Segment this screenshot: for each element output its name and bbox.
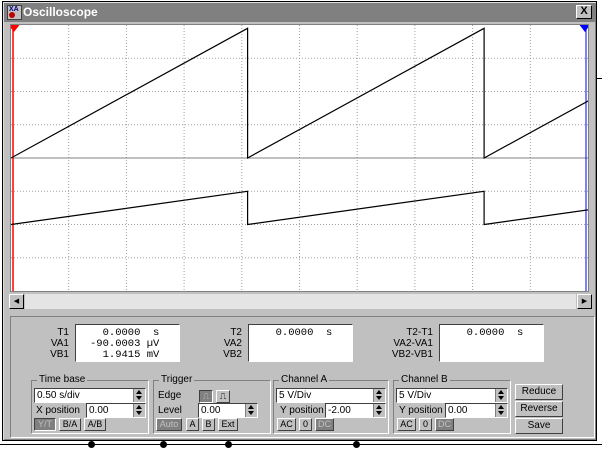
time-base-spinner[interactable] [133,389,145,402]
oscilloscope-window: XA Oscilloscope X ◀ ▶ T1 VA1 VB1 0.0000 … [2,1,597,441]
title-bar[interactable]: XA Oscilloscope X [4,3,595,22]
reduce-button[interactable]: Reduce [515,384,563,400]
window-title: Oscilloscope [23,5,98,19]
level-label: Level [158,405,182,416]
oscilloscope-screen[interactable] [10,24,589,292]
x-position-label: X position [36,405,80,416]
x-position-input[interactable]: 0.00 [86,403,146,418]
background-wire [597,78,602,79]
rising-edge-button[interactable]: ⎍ [199,390,213,403]
circuit-node [225,441,232,448]
trigger-level-spinner[interactable] [245,404,257,417]
trigger-a-button[interactable]: A [186,418,199,431]
channel-a-title: Channel A [279,374,330,386]
time-base-select[interactable]: 0.50 s/div [34,388,146,403]
channel-a-zero-button[interactable]: 0 [299,418,312,431]
save-button[interactable]: Save [515,418,563,434]
channel-a-scale-spinner[interactable] [373,389,385,402]
t1-labels: T1 VA1 VB1 [50,327,69,360]
horizontal-scrollbar[interactable]: ◀ ▶ [9,294,592,309]
channel-a-dc-button[interactable]: DC [315,418,334,431]
trigger-level-input[interactable]: 0.00 [198,403,258,418]
channel-a-y-position-label: Y position [280,405,324,416]
ba-mode-button[interactable]: B/A [59,418,81,431]
circuit-node [88,441,95,448]
close-button[interactable]: X [576,5,592,19]
x-position-spinner[interactable] [133,404,145,417]
channel-b-y-position-spinner[interactable] [495,404,507,417]
channel-b-ac-button[interactable]: AC [397,418,416,431]
channel-b-dc-button[interactable]: DC [435,418,454,431]
channel-a-trace [11,27,588,160]
scroll-track[interactable] [25,294,576,309]
channel-b-y-position-label: Y position [399,405,443,416]
trigger-ext-button[interactable]: Ext [218,418,238,431]
channel-b-y-position-input[interactable]: 0.00 [445,403,508,418]
trigger-auto-button[interactable]: Auto [156,418,182,431]
delta-readout: 0.0000 s [439,324,544,362]
waveform-display [11,25,588,291]
vb1-value: 1.9415 mV [90,349,160,361]
ab-mode-button[interactable]: A/B [84,418,106,431]
trigger-title: Trigger [159,374,195,386]
channel-b-zero-button[interactable]: 0 [419,418,432,431]
scroll-left-button[interactable]: ◀ [9,294,24,309]
circuit-node [160,441,167,448]
rising-edge-icon: ⎍ [202,391,210,401]
channel-b-scale-spinner[interactable] [495,389,507,402]
oscilloscope-app-icon: XA [7,5,22,20]
channel-a-y-position-input[interactable]: -2.00 [325,403,386,418]
channel-a-y-position-spinner[interactable] [373,404,385,417]
scroll-right-button[interactable]: ▶ [577,294,592,309]
circuit-node [353,441,360,448]
channel-a-ac-button[interactable]: AC [277,418,296,431]
falling-edge-button[interactable]: ⎍ [216,390,230,403]
delta-time-value: 0.0000 s [454,327,524,339]
time-base-title: Time base [37,374,88,386]
channel-b-title: Channel B [399,374,450,386]
falling-edge-icon: ⎍ [219,391,227,401]
trigger-b-button[interactable]: B [202,418,215,431]
t2-readout: 0.0000 s [248,324,353,362]
t2-labels: T2 VA2 VB2 [223,327,242,360]
edge-label: Edge [158,390,182,401]
channel-b-scale-select[interactable]: 5 V/Div [396,388,508,403]
t2-time-value: 0.0000 s [263,327,333,339]
reverse-button[interactable]: Reverse [515,401,563,417]
channel-a-scale-select[interactable]: 5 V/Div [276,388,386,403]
yt-mode-button[interactable]: Y/T [34,418,56,431]
t1-readout: 0.0000 s -90.0003 µV 1.9415 mV [75,324,180,362]
delta-labels: T2-T1 VA2-VA1 VB2-VB1 [391,327,433,360]
